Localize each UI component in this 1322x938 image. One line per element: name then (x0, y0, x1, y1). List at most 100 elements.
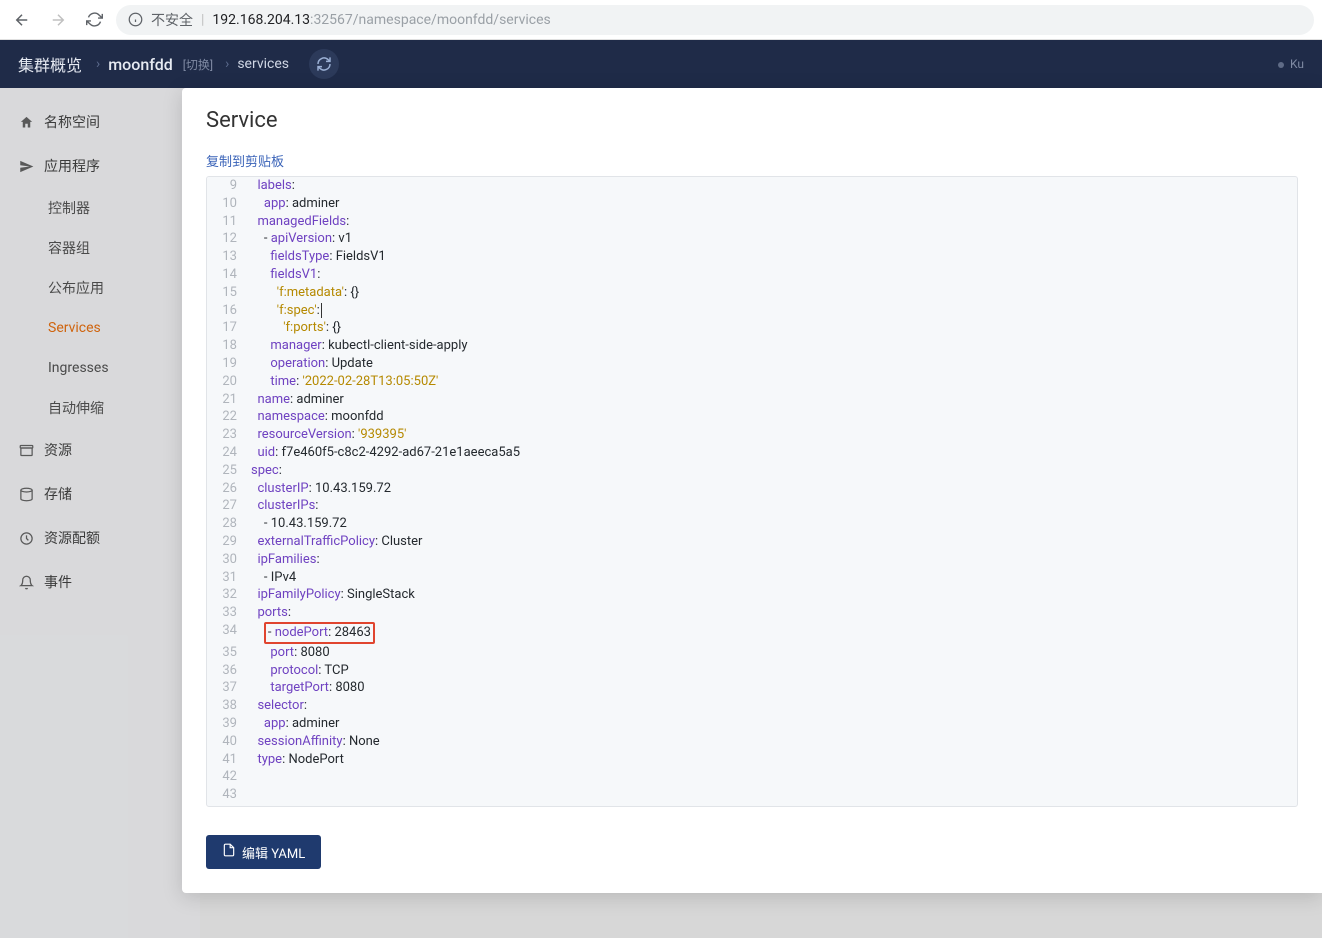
code-content: name: adminer (247, 391, 1297, 409)
line-number: 18 (207, 337, 247, 355)
code-content: fieldsV1: (247, 266, 1297, 284)
line-number: 13 (207, 248, 247, 266)
code-content: namespace: moonfdd (247, 408, 1297, 426)
code-line: 33 ports: (207, 604, 1297, 622)
line-number: 34 (207, 622, 247, 644)
code-line: 35 port: 8080 (207, 644, 1297, 662)
refresh-button[interactable] (309, 49, 339, 79)
code-content: ports: (247, 604, 1297, 622)
browser-toolbar: 不安全 | 192.168.204.13:32567/namespace/moo… (0, 0, 1322, 40)
breadcrumb-namespace[interactable]: moonfdd (108, 55, 173, 74)
line-number: 24 (207, 444, 247, 462)
code-content: resourceVersion: '939395' (247, 426, 1297, 444)
line-number: 40 (207, 733, 247, 751)
line-number: 11 (207, 213, 247, 231)
line-number: 36 (207, 662, 247, 680)
line-number: 15 (207, 284, 247, 302)
code-content: time: '2022-02-28T13:05:50Z' (247, 373, 1297, 391)
line-number: 21 (207, 391, 247, 409)
service-detail-modal: Service 复制到剪贴板 9 labels:10 app: adminer1… (182, 88, 1322, 893)
code-line: 9 labels: (207, 177, 1297, 195)
app-topnav: 集群概览 › moonfdd [切换] › services Ku (0, 40, 1322, 88)
code-line: 37 targetPort: 8080 (207, 679, 1297, 697)
url-path: :32567/namespace/moonfdd/services (310, 12, 551, 28)
code-line: 17 'f:ports': {} (207, 319, 1297, 337)
code-line: 39 app: adminer (207, 715, 1297, 733)
line-number: 26 (207, 480, 247, 498)
code-line: 40 sessionAffinity: None (207, 733, 1297, 751)
line-number: 20 (207, 373, 247, 391)
line-number: 30 (207, 551, 247, 569)
code-line: 19 operation: Update (207, 355, 1297, 373)
code-line: 12 - apiVersion: v1 (207, 230, 1297, 248)
code-line: 15 'f:metadata': {} (207, 284, 1297, 302)
code-line: 10 app: adminer (207, 195, 1297, 213)
code-content: ipFamilies: (247, 551, 1297, 569)
code-line: 20 time: '2022-02-28T13:05:50Z' (207, 373, 1297, 391)
code-content: targetPort: 8080 (247, 679, 1297, 697)
code-line: 31 - IPv4 (207, 569, 1297, 587)
code-content: clusterIP: 10.43.159.72 (247, 480, 1297, 498)
line-number: 43 (207, 786, 247, 804)
code-content: fieldsType: FieldsV1 (247, 248, 1297, 266)
line-number: 28 (207, 515, 247, 533)
code-content: operation: Update (247, 355, 1297, 373)
line-number: 31 (207, 569, 247, 587)
line-number: 42 (207, 768, 247, 786)
code-content: selector: (247, 697, 1297, 715)
code-content: port: 8080 (247, 644, 1297, 662)
line-number: 27 (207, 497, 247, 515)
code-content: - IPv4 (247, 569, 1297, 587)
code-line: 25spec: (207, 462, 1297, 480)
line-number: 19 (207, 355, 247, 373)
line-number: 38 (207, 697, 247, 715)
modal-footer: 编辑 YAML (206, 807, 1298, 869)
code-line: 36 protocol: TCP (207, 662, 1297, 680)
line-number: 33 (207, 604, 247, 622)
switch-namespace-link[interactable]: [切换] (183, 56, 213, 73)
code-content (247, 786, 1297, 804)
code-line: 16 'f:spec': (207, 302, 1297, 320)
code-line: 24 uid: f7e460f5-c8c2-4292-ad67-21e1aeec… (207, 444, 1297, 462)
code-content: protocol: TCP (247, 662, 1297, 680)
line-number: 35 (207, 644, 247, 662)
code-line: 13 fieldsType: FieldsV1 (207, 248, 1297, 266)
code-content: externalTrafficPolicy: Cluster (247, 533, 1297, 551)
back-button[interactable] (8, 6, 36, 34)
line-number: 37 (207, 679, 247, 697)
reload-button[interactable] (80, 6, 108, 34)
code-content: - 10.43.159.72 (247, 515, 1297, 533)
code-line: 38 selector: (207, 697, 1297, 715)
code-content: spec: (247, 462, 1297, 480)
line-number: 22 (207, 408, 247, 426)
line-number: 39 (207, 715, 247, 733)
code-line: 22 namespace: moonfdd (207, 408, 1297, 426)
breadcrumb-resource[interactable]: services (237, 56, 289, 72)
line-number: 16 (207, 302, 247, 320)
info-icon (128, 12, 143, 27)
code-content (247, 768, 1297, 786)
forward-button[interactable] (44, 6, 72, 34)
code-content: type: NodePort (247, 751, 1297, 769)
edit-yaml-button[interactable]: 编辑 YAML (206, 835, 321, 869)
line-number: 17 (207, 319, 247, 337)
line-number: 25 (207, 462, 247, 480)
copy-to-clipboard-link[interactable]: 复制到剪贴板 (206, 151, 1298, 170)
code-content: 'f:ports': {} (247, 319, 1297, 337)
code-content: 'f:metadata': {} (247, 284, 1297, 302)
code-content: manager: kubectl-client-side-apply (247, 337, 1297, 355)
yaml-code-block[interactable]: 9 labels:10 app: adminer11 managedFields… (206, 176, 1298, 807)
line-number: 12 (207, 230, 247, 248)
status-dot-icon (1278, 62, 1284, 68)
code-line: 29 externalTrafficPolicy: Cluster (207, 533, 1297, 551)
breadcrumb-root[interactable]: 集群概览 (18, 52, 82, 76)
code-line: 41 type: NodePort (207, 751, 1297, 769)
security-label: 不安全 (151, 10, 193, 30)
code-content: - nodePort: 28463 (247, 622, 1297, 644)
code-line: 43 (207, 786, 1297, 804)
line-number: 29 (207, 533, 247, 551)
line-number: 9 (207, 177, 247, 195)
code-content: ipFamilyPolicy: SingleStack (247, 586, 1297, 604)
address-bar[interactable]: 不安全 | 192.168.204.13:32567/namespace/moo… (116, 5, 1314, 35)
line-number: 32 (207, 586, 247, 604)
